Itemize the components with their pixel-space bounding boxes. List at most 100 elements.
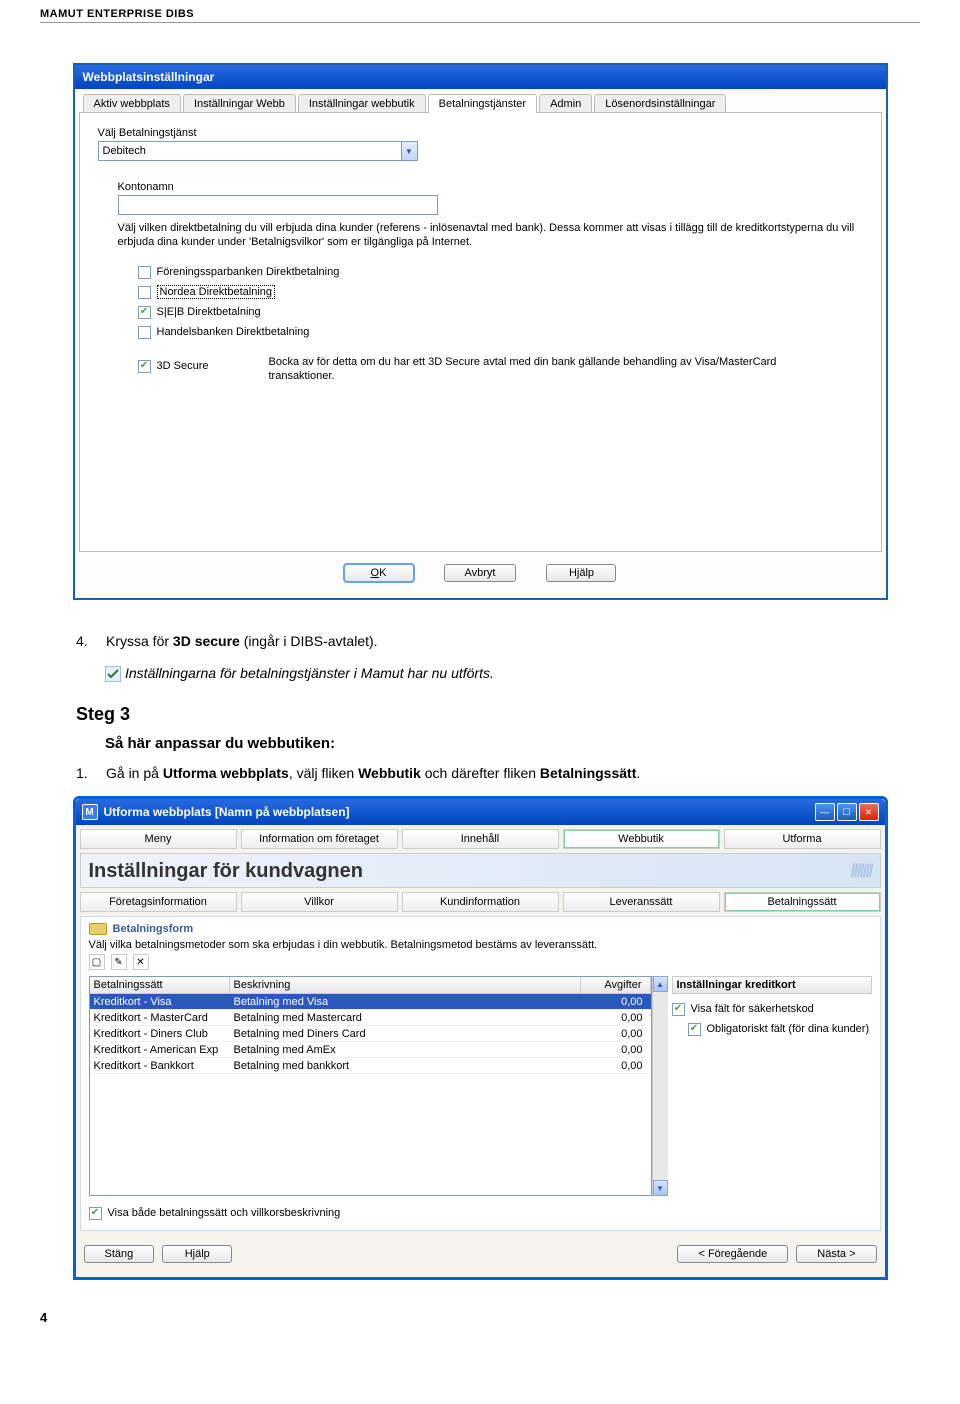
tab-lösenordsinställningar[interactable]: Lösenordsinställningar — [594, 94, 726, 113]
maximize-button[interactable]: ☐ — [837, 803, 857, 821]
scroll-down-icon[interactable]: ▼ — [653, 1180, 668, 1196]
step3-heading: Steg 3 — [76, 704, 920, 725]
payment-service-label: Välj Betalningstjänst — [98, 127, 863, 139]
bank-label: S|E|B Direktbetalning — [157, 306, 261, 318]
table-cell: Betalning med bankkort — [230, 1060, 581, 1072]
bank-checkbox[interactable] — [138, 286, 151, 299]
help-text: Välj vilken direktbetalning du vill erbj… — [118, 221, 863, 249]
right-checkbox[interactable] — [688, 1023, 701, 1036]
kontonamn-input[interactable] — [118, 195, 438, 215]
toptab-webbutik[interactable]: Webbutik — [563, 829, 720, 849]
toptab-innehåll[interactable]: Innehåll — [402, 829, 559, 849]
step3-subheading: Så här anpassar du webbutiken: — [105, 735, 920, 752]
grid-header[interactable]: Beskrivning — [230, 977, 581, 993]
settings-dialog: Webbplatsinställningar Aktiv webbplatsIn… — [73, 63, 888, 600]
cancel-button[interactable]: Avbryt — [444, 564, 517, 582]
card-icon — [89, 923, 107, 935]
subtab-betalningssätt[interactable]: Betalningssätt — [724, 892, 881, 912]
payment-grid[interactable]: Betalningssätt Beskrivning Avgifter Kred… — [89, 976, 652, 1196]
show-both-checkbox[interactable] — [89, 1207, 102, 1220]
table-cell: Kreditkort - Bankkort — [90, 1060, 230, 1072]
dialog-title: Webbplatsinställningar — [75, 65, 886, 89]
table-cell: Betalning med Diners Card — [230, 1028, 581, 1040]
close-dialog-button[interactable]: Stäng — [84, 1245, 155, 1263]
table-row[interactable]: Kreditkort - VisaBetalning med Visa0,00 — [90, 994, 651, 1010]
table-cell: 0,00 — [581, 1012, 651, 1024]
table-cell: Kreditkort - MasterCard — [90, 1012, 230, 1024]
dropdown-value: Debitech — [99, 145, 401, 157]
window-titlebar: M Utforma webbplats [Namn på webbplatsen… — [76, 799, 885, 825]
section-title: Inställningar för kundvagnen /////// — [80, 853, 881, 888]
page-number: 4 — [40, 1280, 920, 1325]
tab-betalningstjänster[interactable]: Betalningstjänster — [428, 94, 537, 113]
toptab-information-om-företaget[interactable]: Information om företaget — [241, 829, 398, 849]
table-cell: Betalning med Visa — [230, 996, 581, 1008]
grid-header[interactable]: Avgifter — [581, 977, 651, 993]
help-button[interactable]: Hjälp — [546, 564, 616, 582]
prev-button[interactable]: < Föregående — [677, 1245, 788, 1263]
table-cell: Kreditkort - American Exp — [90, 1044, 230, 1056]
toptab-meny[interactable]: Meny — [80, 829, 237, 849]
bank-checkbox[interactable] — [138, 266, 151, 279]
toptab-utforma[interactable]: Utforma — [724, 829, 881, 849]
table-cell: Kreditkort - Diners Club — [90, 1028, 230, 1040]
next-button[interactable]: Nästa > — [796, 1245, 876, 1263]
table-row[interactable]: Kreditkort - MasterCardBetalning med Mas… — [90, 1010, 651, 1026]
table-cell: 0,00 — [581, 996, 651, 1008]
list-number: 4. — [76, 630, 96, 652]
tab-inställningar-webbutik[interactable]: Inställningar webbutik — [298, 94, 426, 113]
right-panel-header: Inställningar kreditkort — [672, 976, 872, 994]
3d-secure-label: 3D Secure — [157, 360, 209, 372]
step3-1-paragraph: 1. Gå in på Utforma webbplats, välj flik… — [76, 762, 920, 784]
right-checkbox[interactable] — [672, 1003, 685, 1016]
table-cell: 0,00 — [581, 1028, 651, 1040]
right-check-label: Obligatoriskt fält (för dina kunder) — [707, 1023, 870, 1035]
bank-checkbox[interactable] — [138, 306, 151, 319]
subtab-villkor[interactable]: Villkor — [241, 892, 398, 912]
help-dialog-button[interactable]: Hjälp — [162, 1245, 232, 1263]
table-row[interactable]: Kreditkort - American ExpBetalning med A… — [90, 1042, 651, 1058]
delete-icon[interactable]: ✕ — [133, 954, 149, 970]
step-4-paragraph: 4. Kryssa för 3D secure (ingår i DIBS-av… — [76, 630, 920, 652]
3d-secure-note: Bocka av för detta om du har ett 3D Secu… — [268, 355, 808, 383]
3d-secure-checkbox[interactable] — [138, 360, 151, 373]
tab-panel: Välj Betalningstjänst Debitech ▼ Kontona… — [79, 112, 882, 552]
edit-icon[interactable]: ✎ — [111, 954, 127, 970]
minimize-button[interactable]: — — [815, 803, 835, 821]
scrollbar[interactable]: ▲ ▼ — [652, 976, 668, 1196]
list-number: 1. — [76, 762, 96, 784]
subtab-företagsinformation[interactable]: Företagsinformation — [80, 892, 237, 912]
decorative-lines-icon: /////// — [850, 861, 871, 882]
bank-label: Handelsbanken Direktbetalning — [157, 326, 310, 338]
note-paragraph: Inställningarna för betalningstjänster i… — [105, 662, 920, 684]
doc-header: MAMUT ENTERPRISE DIBS — [40, 0, 920, 23]
show-both-label: Visa både betalningssätt och villkorsbes… — [108, 1207, 341, 1219]
bank-label: Föreningssparbanken Direktbetalning — [157, 266, 340, 278]
tab-admin[interactable]: Admin — [539, 94, 592, 113]
design-website-window: M Utforma webbplats [Namn på webbplatsen… — [73, 796, 888, 1280]
check-icon — [105, 666, 121, 682]
table-cell: Betalning med AmEx — [230, 1044, 581, 1056]
bank-label: Nordea Direktbetalning — [157, 285, 276, 299]
table-row[interactable]: Kreditkort - BankkortBetalning med bankk… — [90, 1058, 651, 1074]
tab-inställningar-webb[interactable]: Inställningar Webb — [183, 94, 296, 113]
payment-form-section: Betalningsform Välj vilka betalningsmeto… — [80, 916, 881, 1231]
table-cell: 0,00 — [581, 1044, 651, 1056]
kontonamn-label: Kontonamn — [118, 181, 863, 193]
bank-checkbox[interactable] — [138, 326, 151, 339]
ok-button[interactable]: OK — [344, 564, 414, 582]
close-button[interactable]: ✕ — [859, 803, 879, 821]
payment-service-dropdown[interactable]: Debitech ▼ — [98, 141, 418, 161]
table-row[interactable]: Kreditkort - Diners ClubBetalning med Di… — [90, 1026, 651, 1042]
grid-header[interactable]: Betalningssätt — [90, 977, 230, 993]
form-help: Välj vilka betalningsmetoder som ska erb… — [89, 939, 872, 951]
subtab-leveranssätt[interactable]: Leveranssätt — [563, 892, 720, 912]
tab-aktiv-webbplats[interactable]: Aktiv webbplats — [83, 94, 181, 113]
table-cell: Betalning med Mastercard — [230, 1012, 581, 1024]
table-cell: 0,00 — [581, 1060, 651, 1072]
chevron-down-icon[interactable]: ▼ — [401, 142, 417, 160]
scroll-up-icon[interactable]: ▲ — [653, 976, 668, 992]
subtab-kundinformation[interactable]: Kundinformation — [402, 892, 559, 912]
app-icon: M — [82, 804, 98, 820]
new-icon[interactable]: ▢ — [89, 954, 105, 970]
